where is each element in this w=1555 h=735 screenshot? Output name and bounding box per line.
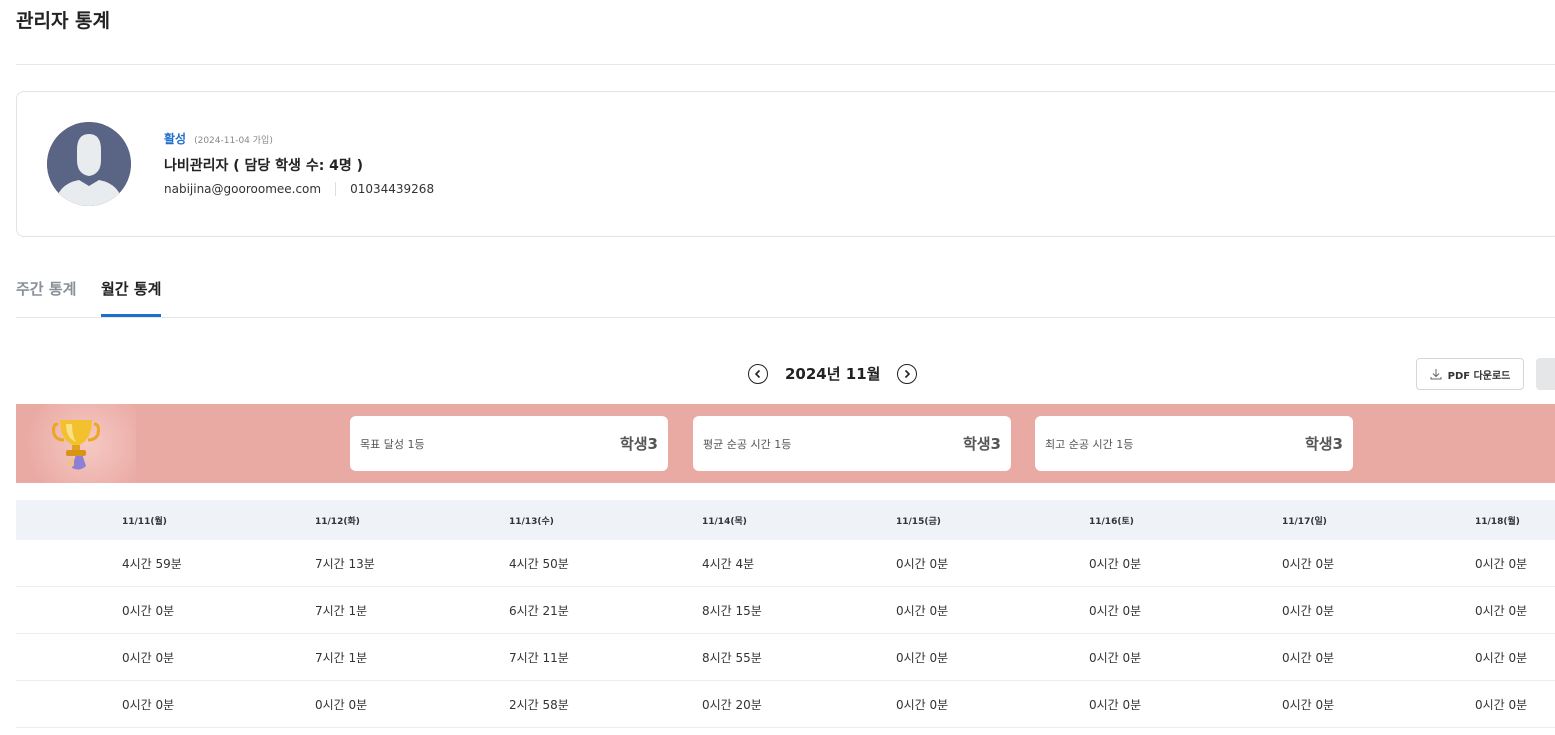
ranking-card-max: 최고 순공 시간 1등 학생3: [1035, 416, 1353, 471]
table-cell: 7시간 13분: [315, 556, 375, 571]
table-cell: 0시간 0분: [122, 697, 175, 712]
table-cell: 0시간 20분: [702, 697, 762, 712]
person-silhouette-icon: [47, 122, 131, 206]
table-row: 0시간 0분 0시간 0분 2시간 58분 0시간 20분 0시간 0분 0시간…: [16, 681, 1555, 728]
prev-month-button[interactable]: [748, 363, 768, 384]
table-row: 0시간 0분 7시간 1분 6시간 21분 8시간 15분 0시간 0분 0시간…: [16, 587, 1555, 634]
header-cell: 11/11(월): [122, 516, 167, 527]
page-title: 관리자 통계: [16, 10, 111, 32]
tab-weekly[interactable]: 주간 통계: [16, 278, 76, 317]
ranking-banner: 목표 달성 1등 학생3 평균 순공 시간 1등 학생3 최고 순공 시간 1등…: [16, 404, 1555, 483]
table-row: 4시간 59분 7시간 13분 4시간 50분 4시간 4분 0시간 0분 0시…: [16, 540, 1555, 587]
table-cell: 6시간 21분: [509, 603, 569, 618]
email: nabijina@gooroomee.com: [164, 182, 322, 196]
profile-card: 활성 (2024-11-04 가입) 나비관리자 ( 담당 학생 수: 4명 )…: [16, 91, 1555, 237]
header-cell: 11/12(화): [315, 516, 360, 527]
header-cell: 11/14(목): [702, 516, 747, 527]
ranking-value: 학생3: [962, 435, 1001, 453]
table-cell: 7시간 1분: [315, 603, 368, 618]
tab-monthly[interactable]: 월간 통계: [101, 278, 162, 317]
table-cell: 0시간 0분: [1089, 697, 1142, 712]
table-cell: 0시간 0분: [1089, 556, 1142, 571]
chevron-right-icon: [905, 369, 911, 378]
ranking-value: 학생3: [619, 435, 658, 453]
table-cell: 0시간 0분: [1282, 556, 1335, 571]
header-cell: 11/13(수): [509, 516, 554, 527]
header-cell: 11/18(월): [1475, 516, 1520, 527]
header-cell: 11/16(토): [1089, 516, 1134, 527]
table-cell: 0시간 0분: [1089, 650, 1142, 665]
table-cell: 0시간 0분: [1282, 650, 1335, 665]
table-cell: 0시간 0분: [1475, 556, 1528, 571]
pdf-download-button[interactable]: PDF 다운로드: [1416, 358, 1524, 390]
table-cell: 2시간 58분: [509, 697, 569, 712]
ranking-value: 학생3: [1304, 435, 1343, 453]
join-date: (2024-11-04 가입): [194, 136, 273, 146]
pdf-download-label: PDF 다운로드: [1447, 370, 1511, 382]
chevron-left-icon: [754, 369, 761, 378]
table-cell: 7시간 1분: [315, 650, 368, 665]
manager-name: 나비관리자 ( 담당 학생 수: 4명 ): [164, 158, 364, 174]
table-header-row: 11/11(월) 11/12(화) 11/13(수) 11/14(목) 11/1…: [16, 500, 1555, 540]
header-cell: 11/17(일): [1282, 516, 1327, 527]
contact-divider: [335, 182, 337, 196]
month-label: 2024년 11월: [785, 365, 881, 383]
table-cell: 0시간 0분: [896, 697, 949, 712]
table-cell: 0시간 0분: [1089, 603, 1142, 618]
next-month-button[interactable]: [897, 363, 918, 384]
table-cell: 0시간 0분: [896, 650, 949, 665]
avatar: [47, 122, 131, 206]
table-cell: 7시간 11분: [509, 650, 569, 665]
table-cell: 0시간 0분: [1475, 650, 1528, 665]
header-cell: 11/15(금): [896, 516, 941, 527]
table-cell: 0시간 0분: [122, 650, 175, 665]
table-cell: 0시간 0분: [315, 697, 368, 712]
table-cell: 8시간 55분: [702, 650, 762, 665]
table-cell: 0시간 0분: [896, 603, 949, 618]
table-cell: 8시간 15분: [702, 603, 762, 618]
table-cell: 4시간 50분: [509, 556, 569, 571]
download-icon: [1430, 369, 1442, 380]
table-cell: 0시간 0분: [1282, 603, 1335, 618]
stats-tabs: 주간 통계 월간 통계: [16, 270, 1555, 318]
status-badge: 활성: [164, 132, 187, 146]
ranking-card-goal: 목표 달성 1등 학생3: [350, 416, 668, 471]
table-cell: 4시간 4분: [702, 556, 755, 571]
table-cell: 0시간 0분: [122, 603, 175, 618]
table-cell: 4시간 59분: [122, 556, 182, 571]
title-divider: [16, 64, 1555, 65]
phone: 01034439268: [350, 182, 435, 196]
trophy-icon: [52, 420, 100, 470]
table-row: 0시간 0분 7시간 1분 7시간 11분 8시간 55분 0시간 0분 0시간…: [16, 634, 1555, 681]
ranking-card-average: 평균 순공 시간 1등 학생3: [693, 416, 1011, 471]
table-cell: 0시간 0분: [1282, 697, 1335, 712]
ranking-label: 목표 달성 1등: [360, 437, 425, 451]
secondary-action-button[interactable]: [1536, 358, 1555, 390]
table-cell: 0시간 0분: [1475, 603, 1528, 618]
table-cell: 0시간 0분: [1475, 697, 1528, 712]
study-time-table: 11/11(월) 11/12(화) 11/13(수) 11/14(목) 11/1…: [16, 500, 1555, 728]
ranking-label: 평균 순공 시간 1등: [703, 437, 792, 451]
month-navigation: 2024년 11월: [748, 363, 918, 384]
ranking-label: 최고 순공 시간 1등: [1045, 437, 1134, 451]
table-cell: 0시간 0분: [896, 556, 949, 571]
